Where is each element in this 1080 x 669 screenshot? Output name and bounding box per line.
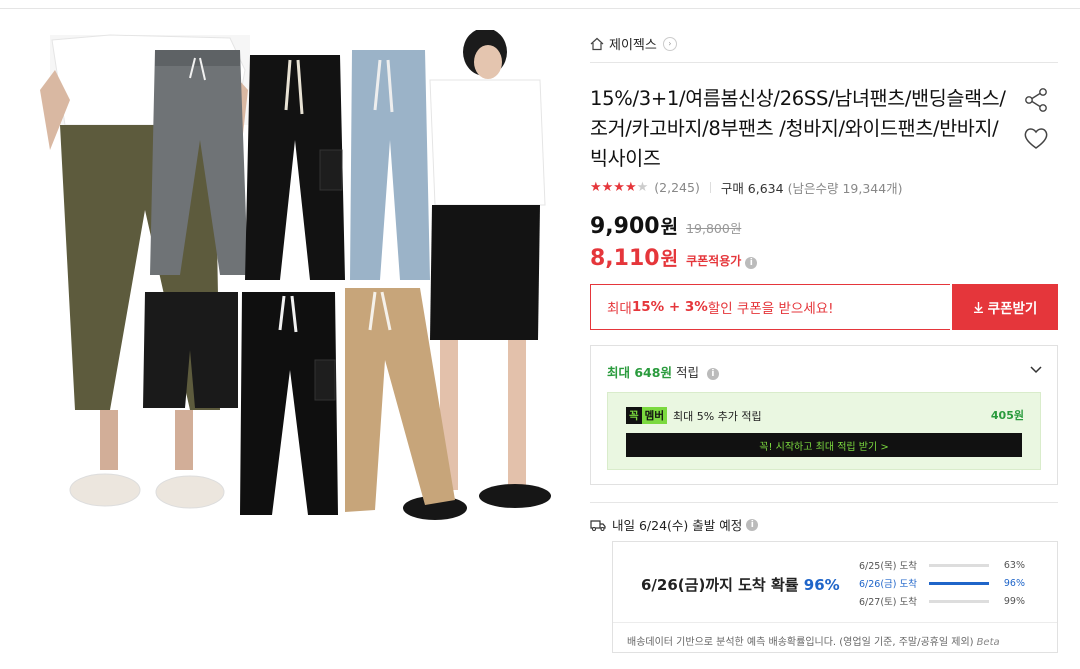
coupon-price-unit: 원 xyxy=(660,248,679,270)
delivery-row: 내일 6/24(수) 출발 예정 i xyxy=(590,515,759,534)
coupon-text-suffix: 할인 쿠폰을 받으세요! xyxy=(707,301,834,317)
distribution-percent: 96% xyxy=(1003,577,1025,589)
badge-part-2: 멤버 xyxy=(641,407,667,424)
distribution-label: 6/26(금) 도착 xyxy=(859,579,917,590)
coupon-price-label: 쿠폰적용가 xyxy=(686,254,742,268)
price-unit: 원 xyxy=(660,216,679,238)
remaining-count: (남은수량 19,344개) xyxy=(787,181,903,196)
download-arrow-icon xyxy=(973,302,983,313)
black-joggers xyxy=(240,292,338,515)
black-cargo-pants xyxy=(245,55,345,280)
arrival-percent: 96% xyxy=(803,576,840,594)
membership-amount: 405원 xyxy=(990,409,1024,422)
distribution-bar xyxy=(929,563,989,567)
separator xyxy=(709,182,711,193)
coupon-price-row: 8,110 원 쿠폰적용가 i xyxy=(590,244,758,271)
points-unit: 원 xyxy=(660,365,672,380)
distribution-percent: 99% xyxy=(1003,595,1025,607)
blue-jeans xyxy=(350,50,430,280)
review-count[interactable]: (2,245) xyxy=(654,180,700,195)
points-label: 적립 xyxy=(671,365,699,380)
arrival-distribution: 6/25(목) 도착 63% 6/26(금) 도착 96% 6/27(토) 도착… xyxy=(859,556,1029,610)
distribution-percent: 63% xyxy=(1003,559,1025,571)
points-prefix: 최대 xyxy=(607,365,635,380)
beta-label: Beta xyxy=(976,637,1000,648)
distribution-label: 6/27(토) 도착 xyxy=(859,597,917,608)
membership-start-button[interactable]: 꼭! 시작하고 최대 적립 받기 > xyxy=(626,433,1022,457)
arrival-note-text: 배송데이터 기반으로 분석한 예측 배송확률입니다. (영업일 기준, 주말/공… xyxy=(627,637,974,648)
product-title: 15%/3+1/여름봄신상/26SS/남녀팬츠/밴딩슬랙스/조거/카고바지/8부… xyxy=(590,87,1006,170)
product-image[interactable] xyxy=(40,30,560,530)
info-icon[interactable]: i xyxy=(706,367,719,380)
points-header: 최대 648원 적립 i xyxy=(607,362,719,381)
membership-row: 꼭 멤버 최대 5% 추가 적립 xyxy=(626,407,762,424)
arrival-probability-box: 6/26(금)까지 도착 확률 96% 6/25(목) 도착 63% 6/26(… xyxy=(612,541,1058,653)
distribution-bar xyxy=(929,581,989,585)
seller-name: 제이젝스 xyxy=(609,38,657,53)
chevron-down-icon[interactable] xyxy=(1029,362,1043,376)
price-row: 9,900 원 19,800원 xyxy=(590,212,741,239)
original-price: 19,800원 xyxy=(686,221,742,236)
truck-icon xyxy=(590,519,606,531)
sale-price: 9,900 xyxy=(590,214,660,239)
info-icon[interactable]: i xyxy=(745,257,758,269)
arrival-headline: 6/26(금)까지 도착 확률 96% xyxy=(641,574,840,595)
distribution-row: 6/25(목) 도착 63% xyxy=(859,556,1029,574)
get-coupon-button[interactable]: 쿠폰받기 xyxy=(952,284,1058,330)
membership-badge: 꼭 멤버 xyxy=(626,407,667,424)
top-divider xyxy=(0,8,1080,9)
divider xyxy=(590,502,1058,503)
coupon-price: 8,110 xyxy=(590,246,660,271)
points-panel: 최대 648원 적립 i 꼭 멤버 최대 5% 추가 적립 405원 꼭! 시작하… xyxy=(590,345,1058,485)
chevron-right-icon: › xyxy=(662,36,677,51)
arrival-prefix: 6/26(금)까지 도착 확률 xyxy=(641,576,804,594)
heart-icon[interactable] xyxy=(1022,124,1050,152)
share-icon[interactable] xyxy=(1022,86,1050,114)
seller-link[interactable]: 제이젝스 › xyxy=(590,34,677,53)
distribution-label: 6/25(목) 도착 xyxy=(859,561,917,572)
points-amount: 648 xyxy=(634,365,661,380)
membership-text: 최대 5% 추가 적립 xyxy=(673,409,762,423)
distribution-row: 6/26(금) 도착 96% xyxy=(859,574,1029,592)
info-icon[interactable]: i xyxy=(746,518,759,531)
rating-row: ★★★★★ (2,245) 구매 6,634 (남은수량 19,344개) xyxy=(590,178,903,197)
distribution-row: 6/27(토) 도착 99% xyxy=(859,592,1029,610)
purchase-count: 구매 6,634 xyxy=(720,181,784,196)
membership-box: 꼭 멤버 최대 5% 추가 적립 405원 꼭! 시작하고 최대 적립 받기 > xyxy=(607,392,1041,470)
star-rating[interactable]: ★★★★★ xyxy=(590,180,648,195)
delivery-text: 내일 6/24(수) 출발 예정 xyxy=(612,518,743,533)
distribution-bar xyxy=(929,599,989,603)
get-coupon-label: 쿠폰받기 xyxy=(987,301,1038,317)
coupon-banner: 최대 15% + 3% 할인 쿠폰을 받으세요! xyxy=(590,284,950,330)
arrival-note: 배송데이터 기반으로 분석한 예측 배송확률입니다. (영업일 기준, 주말/공… xyxy=(613,622,1057,648)
coupon-text-highlight: 15% + 3% xyxy=(631,299,708,315)
divider xyxy=(590,62,1058,63)
home-icon xyxy=(590,37,604,50)
coupon-text-prefix: 최대 xyxy=(607,301,632,317)
badge-part-1: 꼭 xyxy=(626,407,642,424)
